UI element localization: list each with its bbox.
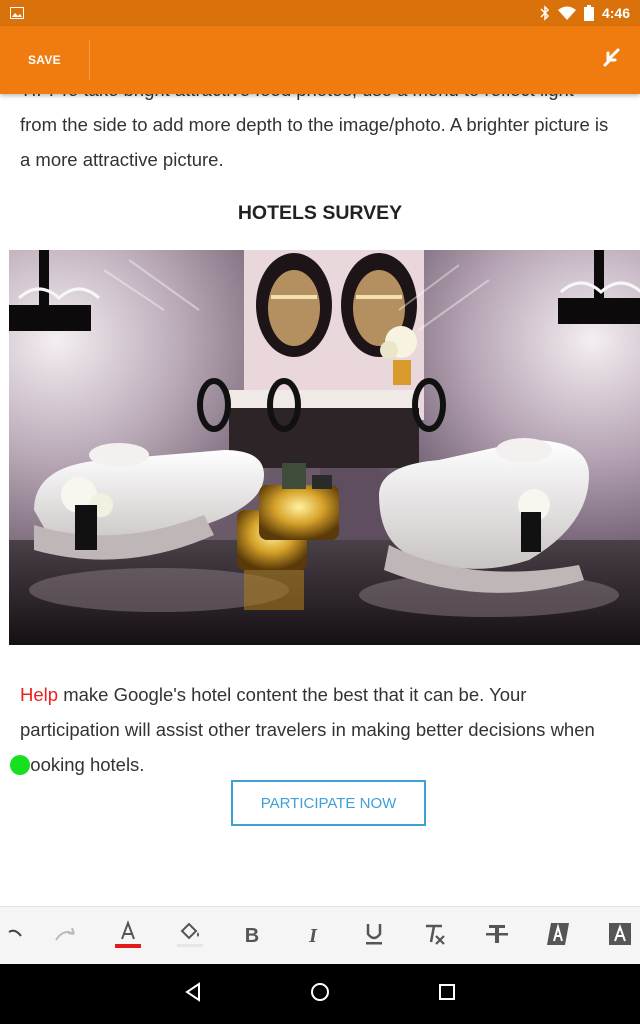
underline-button[interactable]	[354, 907, 394, 965]
fill-color-button[interactable]	[170, 907, 210, 965]
help-paragraph[interactable]: Help make Google's hotel content the bes…	[0, 677, 640, 782]
text-background-button[interactable]	[600, 907, 640, 965]
wifi-icon	[557, 6, 576, 20]
collapse-button[interactable]	[584, 32, 640, 88]
bold-button[interactable]: B	[232, 907, 272, 965]
participate-now-button[interactable]: PARTICIPATE NOW	[231, 780, 426, 826]
collapse-arrow-icon	[602, 48, 622, 73]
navigation-bar	[0, 964, 640, 1024]
redo-button[interactable]	[46, 907, 86, 965]
image-notification-icon	[10, 7, 24, 19]
strikethrough-button[interactable]	[477, 907, 517, 965]
text-cursor-handle[interactable]	[10, 755, 30, 775]
save-button[interactable]: SAVE	[0, 40, 90, 80]
undo-icon	[7, 926, 23, 947]
hotel-lounge-image[interactable]	[9, 250, 640, 645]
recents-button[interactable]	[417, 964, 477, 1024]
screen: TIP: To take bright attractive food phot…	[0, 0, 640, 1024]
text-style-icon	[547, 922, 569, 950]
clear-format-icon	[422, 922, 446, 951]
survey-title: HOTELS SURVEY	[237, 202, 403, 224]
undo-button[interactable]	[0, 907, 30, 965]
redo-icon	[54, 926, 78, 947]
help-link[interactable]: Help	[20, 684, 58, 705]
text-background-icon	[609, 922, 631, 950]
bold-icon: B	[244, 924, 260, 947]
home-icon	[310, 982, 330, 1007]
bluetooth-icon	[540, 5, 550, 21]
tip-rest-text: from the side to add more depth to the i…	[20, 114, 609, 170]
clear-format-button[interactable]	[414, 907, 454, 965]
back-icon	[183, 981, 203, 1007]
underline-icon	[364, 922, 384, 951]
format-toolbar: B I	[0, 906, 640, 964]
back-button[interactable]	[163, 964, 223, 1024]
fill-color-icon	[176, 919, 204, 954]
battery-icon	[583, 5, 594, 21]
hotel-lounge-illustration	[9, 250, 640, 645]
recents-icon	[438, 983, 456, 1006]
help-text: make Google's hotel content the best tha…	[20, 684, 595, 775]
status-time: 4:46	[601, 5, 630, 21]
italic-icon: I	[309, 924, 317, 947]
editor-toolbar: SAVE	[0, 26, 640, 94]
status-bar: 4:46	[0, 0, 640, 26]
text-color-button[interactable]	[108, 907, 148, 965]
italic-button[interactable]: I	[293, 907, 333, 965]
home-button[interactable]	[290, 964, 350, 1024]
text-style-button[interactable]	[538, 907, 578, 965]
strikethrough-icon	[485, 923, 509, 950]
text-color-icon	[114, 919, 142, 954]
